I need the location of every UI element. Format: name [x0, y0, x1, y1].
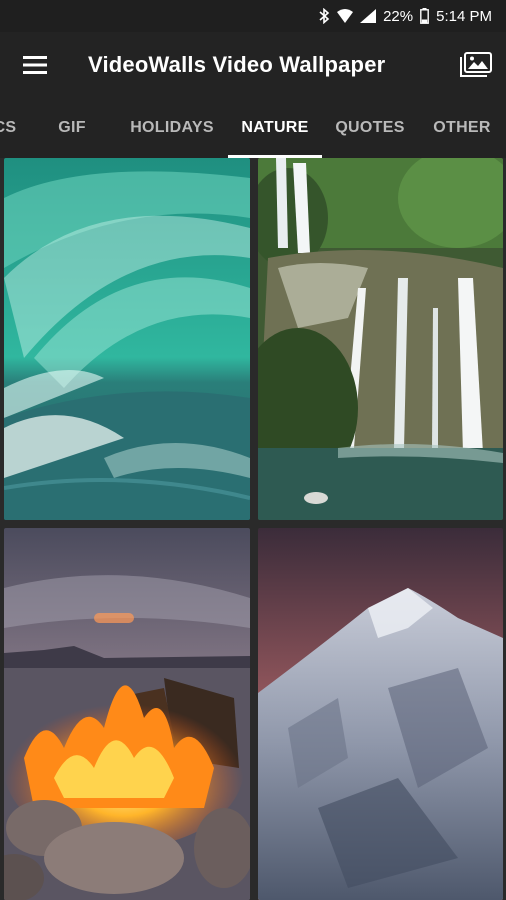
waterfall-turquoise-thumbnail: [4, 158, 250, 520]
app-title: VideoWalls Video Wallpaper: [88, 52, 386, 77]
hamburger-menu-button[interactable]: [0, 32, 70, 98]
wallpaper-tile-jungle-waterfall[interactable]: [258, 158, 503, 520]
tab-holidays[interactable]: HOLIDAYS: [120, 98, 224, 158]
wallpaper-tile-campfire-lake[interactable]: [4, 528, 250, 900]
clock: 5:14 PM: [436, 7, 492, 25]
tab-other[interactable]: OTHER: [422, 98, 502, 158]
hamburger-menu-icon: [23, 56, 47, 74]
app-bar: VideoWalls Video Wallpaper: [0, 32, 506, 98]
status-bar: 22% 5:14 PM: [0, 0, 506, 32]
tab-gif[interactable]: GIF: [40, 98, 104, 158]
gallery-folder-button[interactable]: [446, 32, 506, 98]
battery-percent: 22%: [383, 7, 414, 25]
image-folder-icon: [460, 52, 492, 77]
tab-nature[interactable]: NATURE: [228, 98, 322, 158]
tab-quotes[interactable]: QUOTES: [328, 98, 412, 158]
category-tabs: CS GIF HOLIDAYS NATURE QUOTES OTHER: [0, 98, 506, 158]
wallpaper-tile-snowy-mountain[interactable]: [258, 528, 503, 900]
wifi-icon: [337, 9, 354, 23]
wallpaper-grid: [0, 158, 506, 900]
snowy-mountain-thumbnail: [258, 528, 503, 900]
jungle-waterfall-thumbnail: [258, 158, 503, 520]
wallpaper-tile-waterfall-turquoise[interactable]: [4, 158, 250, 520]
tab-cs[interactable]: CS: [0, 98, 20, 158]
battery-icon: [420, 8, 430, 24]
campfire-lake-thumbnail: [4, 528, 250, 900]
signal-icon: [360, 9, 377, 23]
bluetooth-icon: [318, 8, 330, 24]
